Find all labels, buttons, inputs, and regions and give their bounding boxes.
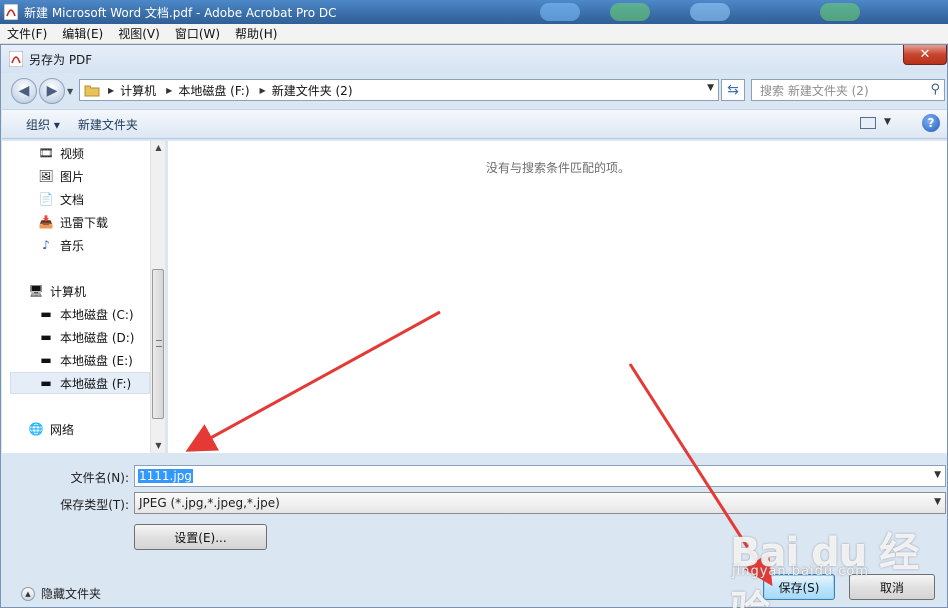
search-input[interactable]: 搜索 新建文件夹 (2) ⚲	[751, 79, 945, 101]
nav-item-music[interactable]: ♪ 音乐	[38, 234, 84, 256]
search-placeholder: 搜索 新建文件夹 (2)	[760, 83, 869, 98]
history-dropdown-icon[interactable]: ▼	[67, 87, 73, 96]
close-button[interactable]: ✕	[903, 45, 947, 65]
back-button[interactable]: ◀	[11, 78, 37, 104]
nav-item-drive-d[interactable]: ▬ 本地磁盘 (D:)	[38, 326, 134, 348]
watermark-url: jingyan.baidu.com	[732, 564, 869, 579]
breadcrumb-folder[interactable]: 新建文件夹 (2)	[270, 82, 359, 99]
nav-item-label: 图片	[60, 169, 85, 184]
taskbar-glow	[610, 3, 650, 21]
view-dropdown-icon[interactable]: ▼	[884, 117, 891, 127]
forward-button[interactable]: ▶	[39, 78, 65, 104]
drive-icon: ▬	[40, 353, 52, 367]
menu-edit[interactable]: 编辑(E)	[55, 25, 111, 42]
drive-icon: ▬	[40, 330, 52, 344]
acrobat-icon	[4, 4, 18, 20]
help-icon[interactable]: ?	[922, 114, 940, 132]
nav-item-label: 音乐	[60, 238, 85, 253]
filename-value: 1111.jpg	[138, 469, 193, 483]
folder-icon	[84, 85, 100, 97]
dialog-title: 另存为 PDF	[29, 52, 93, 67]
nav-item-pictures[interactable]: 🖼 图片	[38, 165, 84, 187]
filetype-select[interactable]: JPEG (*.jpg,*.jpeg,*.jpe) ▼	[134, 492, 946, 514]
filename-field[interactable]: 1111.jpg ▼	[134, 465, 946, 487]
filename-label: 文件名(N):	[70, 471, 129, 485]
address-row: ◀ ▶ ▼ ▶ 计算机 ▶ 本地磁盘 (F:) ▶ 新建文件夹 (2) ▼ ⇆ …	[1, 75, 947, 105]
nav-item-videos[interactable]: 🎞 视频	[38, 142, 84, 164]
empty-message: 没有与搜索条件匹配的项。	[485, 161, 630, 175]
file-list-pane[interactable]: 没有与搜索条件匹配的项。	[167, 141, 947, 453]
pdf-icon	[9, 51, 23, 67]
video-icon: 🎞	[38, 146, 54, 160]
nav-item-label: 网络	[50, 422, 75, 437]
nav-item-label: 本地磁盘 (D:)	[60, 330, 135, 345]
hide-folders-toggle[interactable]: ▲ 隐藏文件夹	[21, 585, 101, 602]
chevron-up-icon: ▲	[21, 586, 35, 601]
download-icon: 📥	[38, 215, 54, 229]
breadcrumb-drive-f[interactable]: 本地磁盘 (F:)	[176, 82, 255, 99]
new-folder-button[interactable]: 新建文件夹	[70, 116, 146, 133]
picture-icon: 🖼	[38, 169, 54, 183]
filetype-label: 保存类型(T):	[60, 498, 129, 512]
nav-scrollbar[interactable]: ▲ ▼	[150, 141, 165, 453]
app-title: 新建 Microsoft Word 文档.pdf - Adobe Acrobat…	[24, 5, 337, 20]
search-icon[interactable]: ⚲	[930, 82, 940, 97]
menu-window[interactable]: 窗口(W)	[168, 25, 228, 42]
navigation-pane: 🎞 视频 🖼 图片 📄 文档 📥 迅雷下载 ♪ 音乐 🖥 计算机 ▬ 本地磁盘 …	[2, 141, 165, 453]
chevron-down-icon[interactable]: ▼	[707, 83, 714, 93]
chevron-down-icon[interactable]: ▼	[934, 497, 941, 507]
nav-item-label: 本地磁盘 (E:)	[60, 353, 133, 368]
nav-item-downloads[interactable]: 📥 迅雷下载	[38, 211, 109, 233]
taskbar-glow	[690, 3, 730, 21]
taskbar-glow	[540, 3, 580, 21]
nav-item-drive-c[interactable]: ▬ 本地磁盘 (C:)	[38, 303, 134, 325]
filetype-value: JPEG (*.jpg,*.jpeg,*.jpe)	[139, 496, 280, 510]
settings-button[interactable]: 设置(E)...	[134, 524, 267, 550]
network-icon: 🌐	[28, 422, 44, 436]
app-title-bar: 新建 Microsoft Word 文档.pdf - Adobe Acrobat…	[0, 0, 948, 24]
menu-help[interactable]: 帮助(H)	[228, 25, 285, 42]
refresh-button[interactable]: ⇆	[721, 79, 745, 101]
nav-item-computer[interactable]: 🖥 计算机	[28, 280, 86, 302]
dialog-title-bar: 另存为 PDF ✕	[1, 45, 947, 73]
nav-item-label: 迅雷下载	[60, 215, 109, 230]
drive-icon: ▬	[40, 307, 52, 321]
menu-file[interactable]: 文件(F)	[0, 25, 55, 42]
taskbar-glow	[820, 3, 860, 21]
breadcrumb-separator-icon: ▶	[259, 85, 266, 95]
nav-item-drive-e[interactable]: ▬ 本地磁盘 (E:)	[38, 349, 133, 371]
nav-item-label: 本地磁盘 (F:)	[60, 376, 132, 391]
view-mode-icon[interactable]	[860, 117, 876, 129]
baidu-watermark: Bai du 经验 jingyan.baidu.com	[730, 520, 948, 608]
music-icon: ♪	[42, 238, 50, 252]
nav-item-label: 本地磁盘 (C:)	[60, 307, 134, 322]
arrow-right-icon: ▶	[46, 83, 58, 99]
scroll-down-icon[interactable]: ▼	[151, 439, 166, 453]
menu-bar: 文件(F) 编辑(E) 视图(V) 窗口(W) 帮助(H)	[0, 24, 948, 44]
scroll-up-icon[interactable]: ▲	[151, 141, 166, 155]
nav-item-documents[interactable]: 📄 文档	[38, 188, 85, 210]
nav-item-label: 视频	[60, 146, 85, 161]
address-bar[interactable]: ▶ 计算机 ▶ 本地磁盘 (F:) ▶ 新建文件夹 (2) ▼	[79, 79, 719, 101]
refresh-icon: ⇆	[727, 82, 739, 98]
drive-icon: ▬	[40, 376, 52, 390]
breadcrumb-separator-icon: ▶	[166, 85, 173, 95]
dialog-toolbar: 组织 ▾ 新建文件夹 ▼ ?	[2, 109, 947, 139]
nav-item-label: 文档	[60, 192, 85, 207]
breadcrumb-computer[interactable]: 计算机	[118, 82, 162, 99]
arrow-left-icon: ◀	[18, 83, 30, 99]
nav-item-drive-f[interactable]: ▬ 本地磁盘 (F:)	[10, 372, 150, 394]
nav-item-network[interactable]: 🌐 网络	[28, 418, 75, 440]
document-icon: 📄	[38, 192, 54, 206]
computer-icon: 🖥	[28, 284, 44, 298]
breadcrumb-separator-icon: ▶	[108, 85, 115, 95]
chevron-down-icon[interactable]: ▼	[934, 470, 941, 480]
hide-folders-label: 隐藏文件夹	[41, 587, 102, 601]
organize-button[interactable]: 组织 ▾	[2, 116, 70, 133]
menu-view[interactable]: 视图(V)	[111, 25, 168, 42]
scroll-thumb[interactable]	[152, 269, 164, 419]
nav-item-label: 计算机	[50, 284, 87, 299]
